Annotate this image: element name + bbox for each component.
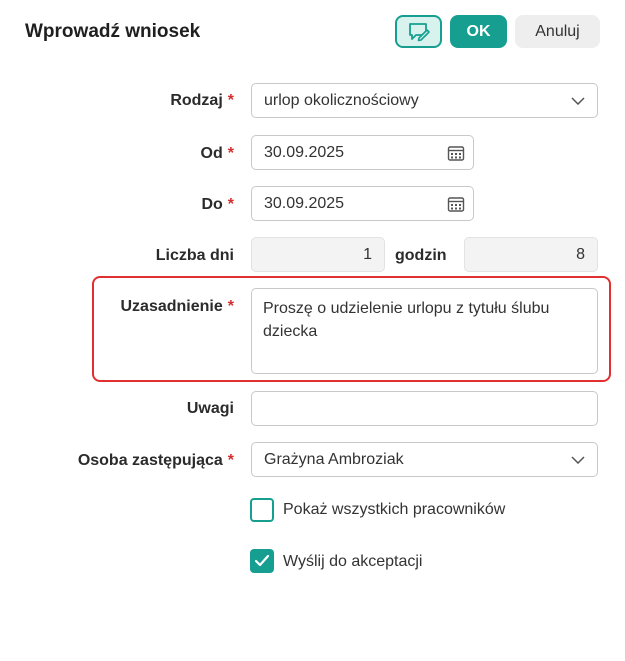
od-label: Od * xyxy=(200,145,234,162)
rodzaj-label: Rodzaj * xyxy=(170,92,234,109)
dialog-title: Wprowadź wniosek xyxy=(25,21,201,42)
uzasadnienie-label: Uzasadnienie * xyxy=(120,298,235,315)
ok-button[interactable]: OK xyxy=(450,15,507,48)
calendar-icon[interactable] xyxy=(447,195,465,213)
osoba-label: Osoba zastępująca * xyxy=(77,452,234,469)
add-note-button[interactable] xyxy=(395,15,442,48)
send-for-approval-label[interactable]: Wyślij do akceptacji xyxy=(283,552,422,572)
cancel-button[interactable]: Anuluj xyxy=(515,15,600,48)
do-date-input[interactable]: 30.09.2025 xyxy=(251,186,474,221)
godzin-label: godzin xyxy=(395,247,447,264)
required-mark: * xyxy=(227,196,234,213)
request-dialog: Wprowadź wniosek OK Anuluj Rodzaj * urlop… xyxy=(0,0,625,661)
liczba-dni-value: 1 xyxy=(363,245,372,263)
osoba-value: Grażyna Ambroziak xyxy=(264,450,404,468)
od-date-input[interactable]: 30.09.2025 xyxy=(251,135,474,170)
uwagi-input[interactable] xyxy=(251,391,598,426)
rodzaj-value: urlop okolicznościowy xyxy=(264,91,419,109)
osoba-select[interactable]: Grażyna Ambroziak xyxy=(251,442,598,477)
chevron-down-icon xyxy=(571,455,585,464)
uwagi-label: Uwagi xyxy=(186,400,234,417)
check-icon xyxy=(254,554,270,567)
do-value: 30.09.2025 xyxy=(264,194,345,212)
liczba-dni-label: Liczba dni xyxy=(155,247,234,264)
required-mark: * xyxy=(227,452,234,469)
do-label: Do * xyxy=(201,196,234,213)
liczba-dni-field: 1 xyxy=(251,237,385,272)
required-mark: * xyxy=(227,145,234,162)
calendar-icon[interactable] xyxy=(447,144,465,162)
comment-edit-icon xyxy=(408,22,430,41)
required-mark: * xyxy=(227,92,234,109)
rodzaj-select[interactable]: urlop okolicznościowy xyxy=(251,83,598,118)
uzasadnienie-textarea[interactable]: Proszę o udzielenie urlopu z tytułu ślub… xyxy=(251,288,598,374)
send-for-approval-checkbox[interactable] xyxy=(250,549,274,573)
chevron-down-icon xyxy=(571,96,585,105)
show-all-employees-checkbox[interactable] xyxy=(250,498,274,522)
godzin-value: 8 xyxy=(576,245,585,263)
required-mark: * xyxy=(227,298,234,315)
godzin-field: 8 xyxy=(464,237,598,272)
od-value: 30.09.2025 xyxy=(264,143,345,161)
show-all-employees-label[interactable]: Pokaż wszystkich pracowników xyxy=(283,500,505,520)
